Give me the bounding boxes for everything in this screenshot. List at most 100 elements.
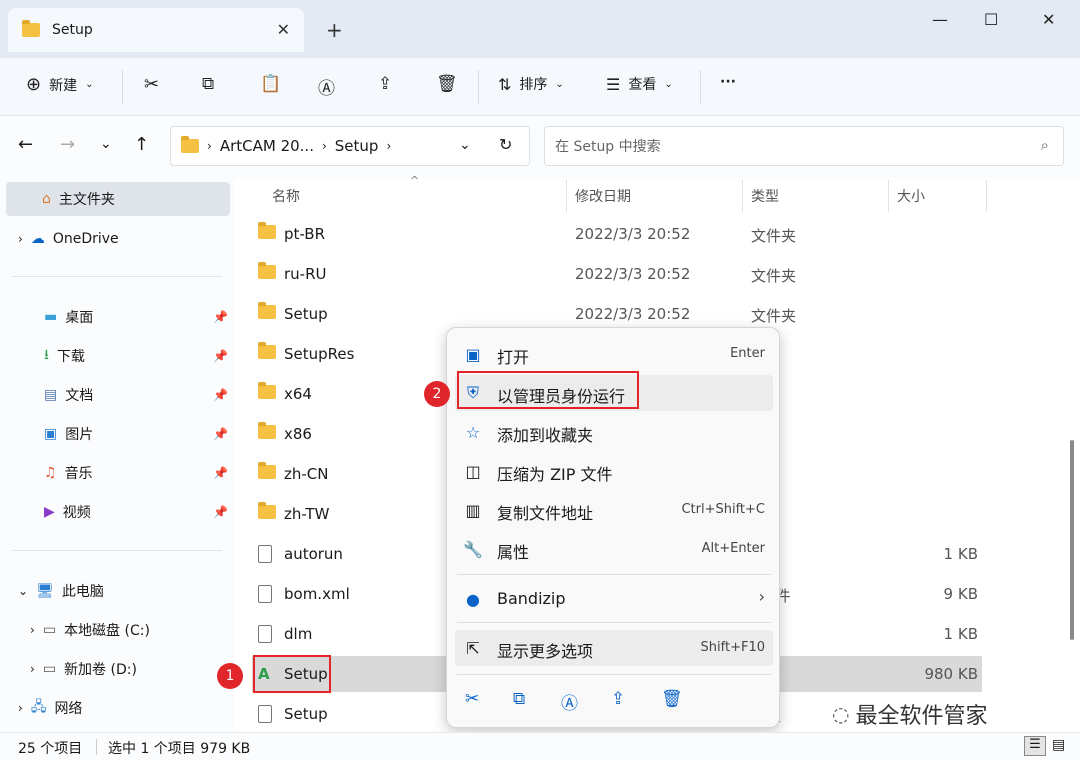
chevron-down-icon: ⌄ bbox=[85, 79, 94, 90]
breadcrumb-setup[interactable]: Setup bbox=[335, 137, 379, 155]
zip-icon: ◫ bbox=[465, 461, 481, 481]
column-divider[interactable] bbox=[742, 180, 743, 212]
divider bbox=[96, 739, 97, 755]
pin-icon[interactable]: 📌 bbox=[213, 505, 228, 519]
sidebar-item-thispc[interactable]: ⌄ 🖥 此电脑 bbox=[0, 574, 234, 608]
folder-icon bbox=[22, 20, 40, 37]
more-button[interactable]: ··· bbox=[720, 74, 736, 90]
pin-icon[interactable]: 📌 bbox=[213, 349, 228, 363]
maximize-button[interactable]: ☐ bbox=[984, 10, 998, 29]
sort-button[interactable]: ⇅ 排序 ⌄ bbox=[498, 74, 564, 94]
wechat-icon: ◌ bbox=[832, 702, 850, 726]
command-bar: ⊕ 新建 ⌄ ✂ ⧉ 📋 Ⓐ ⇪ 🗑 ⇅ 排序 ⌄ ☰ 查看 ⌄ ··· bbox=[0, 58, 1080, 116]
copy-icon[interactable]: ⧉ bbox=[202, 74, 214, 94]
chevron-down-icon: ⌄ bbox=[18, 584, 29, 598]
folder-icon bbox=[258, 222, 276, 239]
minimize-button[interactable]: — bbox=[932, 10, 948, 29]
sidebar-item-music[interactable]: ♫ 音乐 📌 bbox=[0, 456, 234, 490]
file-icon bbox=[258, 585, 272, 603]
chevron-right-icon: › bbox=[18, 232, 23, 246]
sidebar-item-downloads[interactable]: ⭳ 下载 📌 bbox=[0, 339, 234, 373]
close-tab-icon[interactable]: ✕ bbox=[277, 20, 290, 39]
column-divider[interactable] bbox=[986, 180, 987, 212]
forward-arrow-icon[interactable]: → bbox=[60, 134, 75, 155]
cut-icon[interactable]: ✂ bbox=[465, 689, 479, 709]
drive-icon: ▭ bbox=[42, 661, 57, 677]
selection-info: 选中 1 个项目 979 KB bbox=[108, 741, 251, 757]
search-input[interactable]: 在 Setup 中搜索 ⌕ bbox=[544, 126, 1064, 166]
sidebar-item-pictures[interactable]: ▣ 图片 📌 bbox=[0, 417, 234, 451]
menu-item-compress-zip[interactable]: ◫ 压缩为 ZIP 文件 bbox=[455, 453, 773, 489]
desktop-icon: ▬ bbox=[44, 309, 58, 325]
tab-setup[interactable]: Setup ✕ bbox=[8, 8, 304, 52]
rename-icon[interactable]: Ⓐ bbox=[561, 689, 578, 714]
chevron-right-icon: › bbox=[30, 662, 35, 676]
divider bbox=[457, 674, 771, 675]
sidebar-item-onedrive[interactable]: › ☁ OneDrive bbox=[0, 222, 234, 256]
new-tab-button[interactable]: + bbox=[326, 18, 343, 42]
column-divider[interactable] bbox=[888, 180, 889, 212]
paste-icon[interactable]: 📋 bbox=[260, 74, 281, 94]
delete-icon[interactable]: 🗑 bbox=[661, 689, 683, 709]
tiles-view-icon[interactable]: ▤ bbox=[1052, 737, 1065, 753]
column-header-type[interactable]: 类型 bbox=[751, 186, 779, 206]
menu-item-copy-path[interactable]: ▥ 复制文件地址 Ctrl+Shift+C bbox=[455, 492, 773, 528]
copy-icon[interactable]: ⧉ bbox=[513, 689, 525, 709]
pin-icon[interactable]: 📌 bbox=[213, 427, 228, 441]
delete-icon[interactable]: 🗑 bbox=[436, 74, 458, 94]
chevron-right-icon: › bbox=[758, 587, 765, 606]
cut-icon[interactable]: ✂ bbox=[144, 74, 159, 95]
chevron-right-icon: › bbox=[321, 139, 327, 153]
menu-item-add-favorite[interactable]: ☆ 添加到收藏夹 bbox=[455, 414, 773, 450]
back-arrow-icon[interactable]: ← bbox=[18, 134, 33, 155]
sidebar-item-drive-c[interactable]: › ▭ 本地磁盘 (C:) bbox=[0, 613, 234, 647]
refresh-icon[interactable]: ↻ bbox=[499, 135, 512, 154]
menu-item-open[interactable]: ▣ 打开 Enter bbox=[455, 336, 773, 372]
vertical-scrollbar[interactable] bbox=[1070, 440, 1074, 640]
sort-indicator-icon: ^ bbox=[410, 174, 420, 187]
address-bar[interactable]: › ArtCAM 20... › Setup › ⌄ ↻ bbox=[170, 126, 530, 166]
pin-icon[interactable]: 📌 bbox=[213, 310, 228, 324]
column-header-date[interactable]: 修改日期 bbox=[575, 186, 631, 206]
sidebar-item-network[interactable]: › 🖧 网络 bbox=[0, 691, 234, 725]
column-header-size[interactable]: 大小 bbox=[897, 186, 925, 206]
sidebar-item-home[interactable]: ⌂ 主文件夹 bbox=[6, 182, 230, 216]
sidebar-item-videos[interactable]: ▶ 视频 📌 bbox=[0, 495, 234, 529]
pin-icon[interactable]: 📌 bbox=[213, 388, 228, 402]
new-button[interactable]: ⊕ 新建 ⌄ bbox=[26, 74, 93, 95]
menu-item-bandizip[interactable]: ● Bandizip › bbox=[455, 581, 773, 617]
sidebar-item-documents[interactable]: ▤ 文档 📌 bbox=[0, 378, 234, 412]
table-row[interactable]: ru-RU 2022/3/3 20:52 文件夹 bbox=[252, 256, 982, 292]
up-arrow-icon[interactable]: ↑ bbox=[134, 134, 149, 155]
recent-chevron-icon[interactable]: ⌄ bbox=[100, 136, 112, 152]
folder-icon bbox=[258, 342, 276, 359]
menu-item-properties[interactable]: 🔧 属性 Alt+Enter bbox=[455, 531, 773, 567]
navigation-pane: ⌂ 主文件夹 › ☁ OneDrive ▬ 桌面 📌 ⭳ 下载 📌 ▤ 文档 📌… bbox=[0, 178, 234, 732]
column-header-name[interactable]: 名称 bbox=[272, 186, 300, 206]
divider bbox=[457, 574, 771, 575]
folder-icon bbox=[258, 502, 276, 519]
share-icon[interactable]: ⇪ bbox=[378, 74, 392, 94]
details-view-icon[interactable]: ☰ bbox=[1024, 736, 1046, 756]
chevron-right-icon: › bbox=[30, 623, 35, 637]
column-divider[interactable] bbox=[566, 180, 567, 212]
navigation-bar: ← → ⌄ ↑ › ArtCAM 20... › Setup › ⌄ ↻ 在 S… bbox=[0, 116, 1080, 178]
breadcrumb-artcam[interactable]: ArtCAM 20... bbox=[220, 137, 314, 155]
view-button[interactable]: ☰ 查看 ⌄ bbox=[606, 74, 673, 94]
chevron-right-icon: › bbox=[386, 139, 392, 153]
share-icon[interactable]: ⇪ bbox=[611, 689, 625, 709]
chevron-right-icon: › bbox=[18, 701, 23, 715]
rename-icon[interactable]: Ⓐ bbox=[318, 74, 335, 99]
sidebar-item-desktop[interactable]: ▬ 桌面 📌 bbox=[0, 300, 234, 334]
sidebar-item-drive-d[interactable]: › ▭ 新加卷 (D:) bbox=[0, 652, 234, 686]
view-icon: ☰ bbox=[606, 74, 621, 94]
close-window-button[interactable]: ✕ bbox=[1042, 10, 1055, 29]
bandizip-icon: ● bbox=[466, 589, 480, 609]
address-dropdown-icon[interactable]: ⌄ bbox=[459, 137, 471, 153]
pin-icon[interactable]: 📌 bbox=[213, 466, 228, 480]
chevron-down-icon: ⌄ bbox=[555, 78, 564, 90]
document-icon: ▤ bbox=[44, 387, 58, 403]
table-row[interactable]: pt-BR 2022/3/3 20:52 文件夹 bbox=[252, 216, 982, 252]
download-icon: ⭳ bbox=[44, 347, 49, 363]
menu-item-show-more[interactable]: ⇱ 显示更多选项 Shift+F10 bbox=[455, 630, 773, 666]
